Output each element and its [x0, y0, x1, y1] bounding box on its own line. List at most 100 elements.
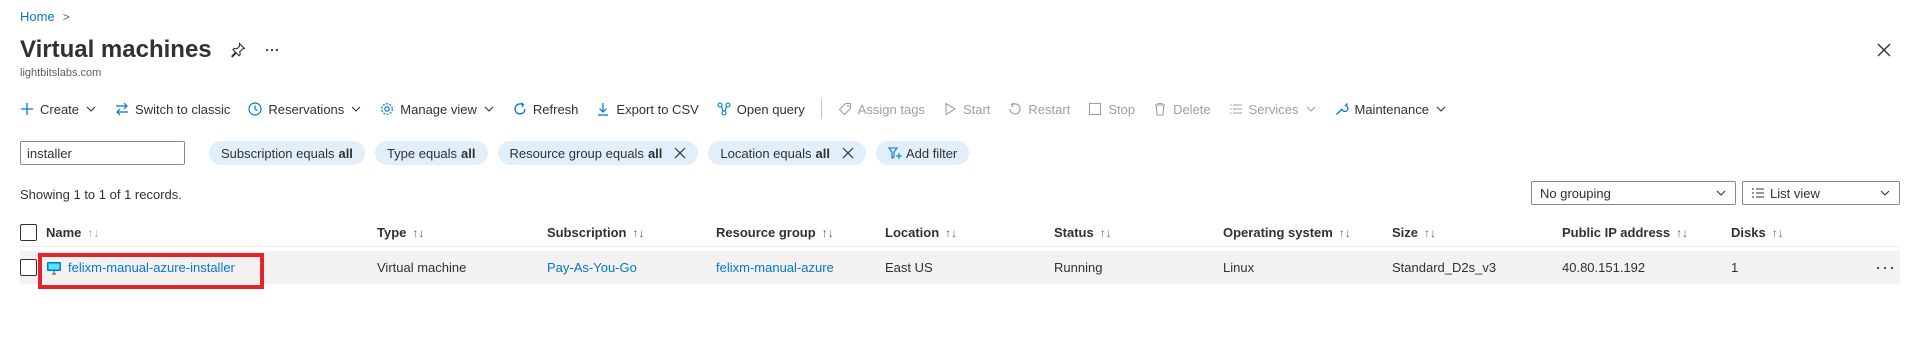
filter-pill-location[interactable]: Location equals all: [708, 141, 866, 165]
view-dropdown[interactable]: List view: [1742, 181, 1900, 205]
filter-pill-value: all: [461, 145, 476, 161]
sort-icon: ↑↓: [821, 225, 834, 240]
assign-tags-button[interactable]: Assign tags: [838, 102, 925, 117]
restart-label: Restart: [1028, 101, 1071, 117]
add-filter-icon: [887, 147, 902, 159]
open-query-label: Open query: [736, 101, 805, 117]
vm-table: Name ↑↓ Type ↑↓ Subscription ↑↓ Resource gr…: [20, 219, 1900, 289]
filter-pill-type[interactable]: Type equals all: [374, 141, 488, 165]
os-cell: Linux: [1223, 260, 1255, 275]
title-row: Virtual machines: [20, 36, 280, 64]
resource-group-link[interactable]: felixm-manual-azure: [716, 260, 834, 275]
gear-icon: [381, 103, 394, 115]
column-label: Location: [885, 225, 940, 240]
refresh-icon: [514, 102, 526, 115]
search-input[interactable]: [20, 141, 185, 165]
restart-button[interactable]: Restart: [1008, 102, 1070, 117]
stop-icon: [1089, 102, 1102, 116]
chevron-down-icon: [351, 106, 361, 112]
refresh-button[interactable]: Refresh: [513, 102, 578, 117]
services-label: Services: [1248, 101, 1299, 117]
location-cell: East US: [885, 260, 933, 275]
column-header-size[interactable]: Size ↑↓: [1392, 225, 1436, 240]
filter-pill-label: Subscription equals: [221, 145, 335, 161]
vm-name-link[interactable]: felixm-manual-azure-installer: [68, 260, 235, 275]
close-icon[interactable]: [674, 147, 686, 159]
query-icon: [717, 102, 731, 116]
open-query-button[interactable]: Open query: [717, 102, 805, 117]
select-all-checkbox[interactable]: [20, 224, 37, 241]
column-label: Type: [377, 225, 407, 240]
maintenance-button[interactable]: Maintenance: [1335, 102, 1447, 117]
filter-pill-label: Location equals: [720, 145, 812, 161]
add-filter-label: Add filter: [905, 145, 958, 161]
download-icon: [598, 103, 609, 116]
filter-bar: Subscription equals all Type equals all …: [20, 141, 970, 165]
assign-tags-label: Assign tags: [857, 101, 925, 117]
toolbar-divider: [820, 99, 822, 119]
view-option: List view: [1751, 186, 1820, 201]
maintenance-label: Maintenance: [1354, 101, 1429, 117]
list-icon: [1229, 104, 1242, 114]
filter-pill-value: all: [815, 145, 830, 161]
column-label: Name: [46, 225, 82, 240]
close-icon[interactable]: [1872, 38, 1896, 62]
breadcrumb-home-link[interactable]: Home: [20, 9, 55, 24]
sort-icon: ↑↓: [1676, 225, 1689, 240]
close-icon[interactable]: [842, 147, 854, 159]
chevron-down-icon: [1306, 106, 1315, 112]
reservations-label: Reservations: [268, 101, 345, 117]
status-cell: Running: [1054, 260, 1103, 275]
stop-label: Stop: [1108, 101, 1136, 117]
reservations-button[interactable]: Reservations: [248, 102, 362, 117]
delete-button[interactable]: Delete: [1153, 102, 1211, 117]
column-header-location[interactable]: Location ↑↓: [885, 225, 957, 240]
column-header-resource-group[interactable]: Resource group ↑↓: [716, 225, 834, 240]
column-label: Public IP address: [1562, 225, 1671, 240]
column-header-subscription[interactable]: Subscription ↑↓: [547, 225, 644, 240]
records-count: Showing 1 to 1 of 1 records.: [20, 187, 182, 202]
vm-name-cell: felixm-manual-azure-installer: [46, 260, 235, 276]
column-label: Resource group: [716, 225, 816, 240]
play-icon: [945, 102, 956, 116]
column-header-status[interactable]: Status ↑↓: [1054, 225, 1112, 240]
filter-pill-label: Resource group equals: [509, 145, 644, 161]
start-button[interactable]: Start: [943, 102, 990, 117]
services-button[interactable]: Services: [1229, 102, 1317, 117]
column-label: Subscription: [547, 225, 627, 240]
switch-to-classic-button[interactable]: Switch to classic: [115, 102, 230, 117]
column-header-type[interactable]: Type ↑↓: [377, 225, 424, 240]
filter-pill-value: all: [647, 145, 663, 161]
more-options-icon[interactable]: [264, 42, 280, 58]
filter-pill-label: Type equals: [386, 145, 458, 161]
sort-icon: ↑↓: [1771, 225, 1784, 240]
sort-icon: ↑↓: [632, 225, 645, 240]
row-checkbox[interactable]: [20, 259, 37, 276]
export-csv-button[interactable]: Export to CSV: [596, 102, 699, 117]
add-filter-button[interactable]: Add filter: [875, 141, 970, 165]
column-header-public-ip[interactable]: Public IP address ↑↓: [1562, 225, 1688, 240]
restart-icon: [1009, 102, 1021, 115]
sort-icon: ↑↓: [1099, 225, 1112, 240]
column-header-name[interactable]: Name ↑↓: [46, 225, 99, 240]
filter-pill-subscription[interactable]: Subscription equals all: [209, 141, 365, 165]
manage-view-button[interactable]: Manage view: [380, 102, 495, 117]
grouping-dropdown[interactable]: No grouping: [1531, 181, 1736, 205]
stop-button[interactable]: Stop: [1088, 102, 1135, 117]
column-header-os[interactable]: Operating system ↑↓: [1223, 225, 1351, 240]
chevron-down-icon: [1436, 106, 1446, 112]
table-row[interactable]: felixm-manual-azure-installer Virtual ma…: [20, 251, 1900, 289]
trash-icon: [1155, 102, 1166, 116]
row-more-actions-icon[interactable]: ···: [1875, 257, 1896, 278]
breadcrumb: Home >: [20, 9, 70, 24]
filter-pill-resource-group[interactable]: Resource group equals all: [497, 141, 699, 165]
sort-icon: ↑↓: [87, 225, 100, 240]
sort-icon: ↑↓: [1424, 225, 1437, 240]
sort-icon: ↑↓: [1338, 225, 1351, 240]
column-header-disks[interactable]: Disks ↑↓: [1731, 225, 1784, 240]
create-button[interactable]: Create: [20, 102, 97, 117]
virtual-machine-icon: [47, 261, 61, 275]
delete-label: Delete: [1173, 101, 1211, 117]
subscription-link[interactable]: Pay-As-You-Go: [547, 260, 637, 275]
pin-icon[interactable]: [230, 42, 246, 58]
